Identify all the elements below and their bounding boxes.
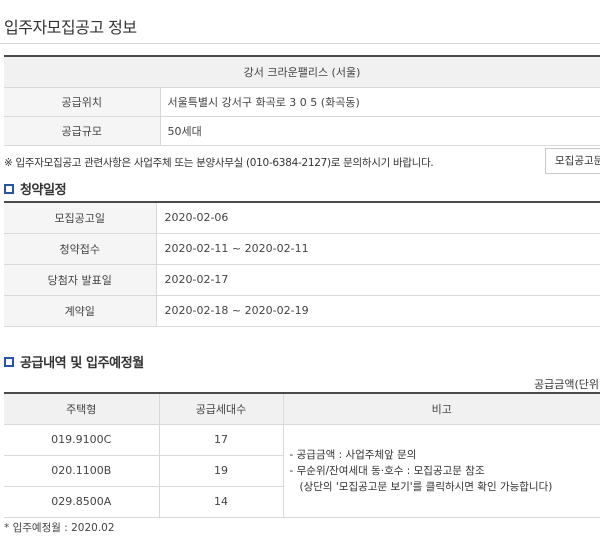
schedule-value: 2020-02-11 ~ 2020-02-11	[156, 233, 600, 265]
schedule-row: 모집공고일 2020-02-06	[4, 202, 600, 234]
unit-count: 19	[159, 455, 284, 487]
contact-notice: ※ 입주자모집공고 관련사항은 사업주체 또는 분양사무실 (010-6384-…	[4, 157, 434, 169]
section-heading-schedule: 청약일정	[4, 179, 67, 198]
square-bullet-icon	[4, 356, 14, 367]
housing-type: 029.8500A	[4, 486, 160, 518]
remark-line: (상단의 '모집공고문 보기'를 클릭하시면 확인 가능합니다)	[289, 480, 553, 493]
column-header: 비고	[283, 393, 600, 425]
view-announcement-button[interactable]: 모집공고문 보기	[545, 148, 600, 174]
schedule-value: 2020-02-17	[156, 264, 600, 296]
schedule-row: 당첨자 발표일 2020-02-17	[4, 264, 600, 296]
info-value: 서울특별시 강서구 화곡로 3 0 5 (화곡동)	[160, 87, 600, 117]
housing-type: 020.1100B	[4, 455, 160, 487]
schedule-label: 당첨자 발표일	[4, 264, 157, 296]
table-row: 019.9100C 17 - 공급금액 : 사업주체앞 문의 - 무순위/잔여세…	[4, 424, 600, 518]
unit-count: 14	[159, 486, 284, 518]
section-heading-supply: 공급내역 및 입주예정월	[4, 352, 144, 371]
schedule-value: 2020-02-06	[156, 202, 600, 234]
info-label: 공급위치	[4, 87, 161, 117]
column-header: 주택형	[4, 393, 160, 425]
move-in-month: * 입주예정월 : 2020.02	[4, 522, 115, 534]
unit-note: 공급금액(단위:	[534, 378, 600, 391]
schedule-label: 청약접수	[4, 233, 157, 265]
remark-line: - 공급금액 : 사업주체앞 문의	[289, 448, 417, 461]
supply-header-row: 주택형 공급세대수 비고	[4, 393, 600, 425]
unit-count: 17	[159, 424, 284, 456]
schedule-label: 계약일	[4, 295, 157, 327]
schedule-row: 청약접수 2020-02-11 ~ 2020-02-11	[4, 233, 600, 265]
square-bullet-icon	[4, 183, 14, 194]
schedule-row: 계약일 2020-02-18 ~ 2020-02-19	[4, 295, 600, 327]
complex-name: 강서 크라운팰리스 (서울)	[4, 56, 600, 88]
remark-line: - 무순위/잔여세대 동·호수 : 모집공고문 참조	[289, 464, 485, 477]
page-title: 입주자모집공고 정보	[4, 18, 137, 37]
complex-info-table: 강서 크라운팰리스 (서울) 공급위치 서울특별시 강서구 화곡로 3 0 5 …	[4, 55, 600, 146]
section-title: 공급내역 및 입주예정월	[20, 356, 144, 371]
schedule-table: 모집공고일 2020-02-06 청약접수 2020-02-11 ~ 2020-…	[4, 201, 600, 327]
schedule-value: 2020-02-18 ~ 2020-02-19	[156, 295, 600, 327]
info-value: 50세대	[160, 116, 600, 146]
info-row-scale: 공급규모 50세대	[4, 116, 600, 146]
supply-table: 주택형 공급세대수 비고 019.9100C 17 - 공급금액 : 사업주체앞…	[4, 392, 600, 518]
schedule-label: 모집공고일	[4, 202, 157, 234]
column-header: 공급세대수	[159, 393, 284, 425]
section-title: 청약일정	[20, 183, 67, 198]
housing-type: 019.9100C	[4, 424, 160, 456]
remarks-cell: - 공급금액 : 사업주체앞 문의 - 무순위/잔여세대 동·호수 : 모집공고…	[283, 424, 600, 518]
title-divider	[0, 43, 600, 44]
info-row-location: 공급위치 서울특별시 강서구 화곡로 3 0 5 (화곡동)	[4, 87, 600, 117]
info-label: 공급규모	[4, 116, 161, 146]
